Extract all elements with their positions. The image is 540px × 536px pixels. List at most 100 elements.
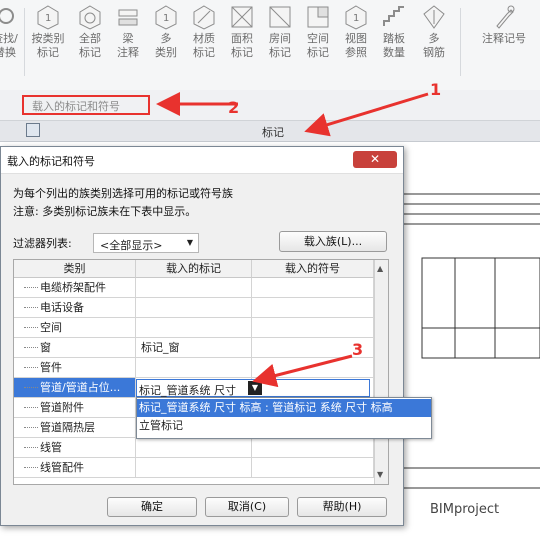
table-row[interactable]: 空间	[14, 318, 374, 338]
category-cell: 管道隔热层	[14, 418, 136, 437]
keynote-icon	[496, 5, 515, 29]
vertical-scrollbar[interactable]: ▲ ▼	[374, 260, 388, 484]
loaded-tags-button[interactable]: 载入的标记和符号	[22, 95, 150, 115]
annotation-number-3: 3	[352, 340, 364, 359]
table-row[interactable]: 线管配件	[14, 458, 374, 478]
chevron-down-icon[interactable]: ▼	[248, 381, 262, 395]
beam-annotation-icon	[118, 9, 138, 26]
category-label: 管道隔热层	[40, 421, 95, 434]
view-reference-button[interactable]: 1 视图 参照	[338, 4, 374, 86]
column-header-loaded-symbol[interactable]: 载入的符号	[252, 260, 374, 278]
symbol-cell[interactable]	[252, 318, 374, 337]
tag-all-button[interactable]: 全部 标记	[72, 4, 108, 86]
tree-line	[24, 367, 38, 368]
category-label: 管件	[40, 361, 62, 374]
chevron-down-icon: ▼	[186, 238, 193, 247]
multi-rebar-button[interactable]: 多 钢筋	[416, 4, 452, 86]
multi-category-button[interactable]: 1 多 类别	[148, 4, 184, 86]
keynote-button[interactable]: 注释记号	[476, 4, 532, 86]
column-header-category[interactable]: 类别	[14, 260, 136, 278]
symbol-cell[interactable]	[252, 438, 374, 457]
column-header-loaded-tag[interactable]: 载入的标记	[136, 260, 252, 278]
filter-value: <全部显示>	[100, 239, 163, 252]
cancel-label: 取消(C)	[227, 500, 267, 513]
tree-line	[24, 407, 38, 408]
tree-line	[24, 467, 38, 468]
close-button[interactable]: ✕	[353, 151, 397, 168]
filter-label: 过滤器列表:	[13, 237, 72, 250]
tag-by-category-label-2: 标记	[37, 46, 59, 59]
tag-cell[interactable]: 标记_窗	[136, 338, 252, 357]
dropdown-option-selected[interactable]: 标记_管道系统 尺寸 标高 : 管道标记 系统 尺寸 标高	[137, 399, 431, 417]
tag-cell[interactable]	[136, 298, 252, 317]
annotation-number-2: 2	[228, 98, 240, 117]
multi-rebar-label-1: 多	[428, 32, 440, 45]
scroll-down-icon[interactable]: ▼	[377, 470, 383, 479]
tag-by-category-icon: 1	[37, 5, 59, 30]
symbol-cell[interactable]	[252, 298, 374, 317]
table-row[interactable]: 管件	[14, 358, 374, 378]
help-button[interactable]: 帮助(H)	[297, 497, 387, 517]
symbol-cell[interactable]	[252, 458, 374, 477]
tag-all-icon	[79, 5, 101, 30]
tag-combo-value: 标记_管道系统 尺寸	[139, 384, 236, 397]
filter-select[interactable]: <全部显示> ▼	[93, 233, 199, 253]
material-tag-button[interactable]: 材质 标记	[186, 4, 222, 86]
area-tag-label-2: 标记	[231, 46, 253, 59]
close-icon: ✕	[369, 152, 381, 166]
tread-number-icon	[383, 6, 404, 26]
area-tag-button[interactable]: 面积 标记	[224, 4, 260, 86]
symbol-cell[interactable]	[252, 358, 374, 377]
load-family-button[interactable]: 载入族(L)...	[279, 231, 387, 252]
category-cell: 管道附件	[14, 398, 136, 417]
view-reference-icon: 1	[345, 5, 367, 30]
table-row[interactable]: 电缆桥架配件	[14, 278, 374, 298]
category-label: 管道/管道占位...	[40, 381, 121, 394]
tag-cell[interactable]	[136, 438, 252, 457]
ok-button[interactable]: 确定	[107, 497, 197, 517]
scroll-up-icon[interactable]: ▲	[377, 264, 383, 273]
space-tag-button[interactable]: 空间 标记	[300, 4, 336, 86]
tree-line	[24, 307, 38, 308]
keynote-label: 注释记号	[482, 32, 526, 45]
cancel-button[interactable]: 取消(C)	[205, 497, 289, 517]
find-replace-button[interactable]: 查找/ 替换	[0, 4, 20, 86]
beam-annotation-button[interactable]: 梁 注释	[110, 4, 146, 86]
ok-label: 确定	[141, 500, 163, 513]
table-row[interactable]: 电话设备	[14, 298, 374, 318]
tag-by-category-button[interactable]: 1 按类别 标记	[30, 4, 66, 86]
drawing-area	[400, 193, 540, 489]
multi-rebar-icon	[423, 5, 445, 29]
view-reference-label-1: 视图	[345, 32, 367, 45]
room-tag-label-2: 标记	[269, 46, 291, 59]
multi-category-icon: 1	[155, 5, 177, 30]
dropdown-option[interactable]: 立管标记	[137, 417, 431, 435]
symbol-cell[interactable]	[252, 278, 374, 297]
category-cell: 窗	[14, 338, 136, 357]
table-row[interactable]: 窗 标记_窗	[14, 338, 374, 358]
beam-annotation-label-2: 注释	[117, 46, 139, 59]
multi-category-label-2: 类别	[155, 46, 177, 59]
annotation-number-1: 1	[430, 80, 442, 99]
table-row[interactable]: 线管	[14, 438, 374, 458]
tread-number-button[interactable]: 踏板 数量	[376, 4, 412, 86]
category-label: 管道附件	[40, 401, 84, 414]
tag-cell[interactable]	[136, 358, 252, 377]
space-tag-icon	[307, 6, 329, 28]
loaded-tags-dialog: 载入的标记和符号 ✕ 为每个列出的族类别选择可用的标记或符号族 注意: 多类别标…	[0, 146, 404, 526]
tag-all-label-2: 标记	[79, 46, 101, 59]
tag-combo[interactable]: 标记_管道系统 尺寸 ▼	[136, 379, 370, 397]
tag-cell[interactable]	[136, 318, 252, 337]
tree-line	[24, 327, 38, 328]
tree-line	[24, 447, 38, 448]
category-cell: 空间	[14, 318, 136, 337]
room-tag-button[interactable]: 房间 标记	[262, 4, 298, 86]
tag-cell[interactable]	[136, 278, 252, 297]
tag-toggle-icon[interactable]	[26, 123, 40, 137]
ribbon-separator-2	[460, 8, 461, 76]
category-label: 空间	[40, 321, 62, 334]
tread-number-label-2: 数量	[383, 46, 405, 59]
tag-cell[interactable]	[136, 458, 252, 477]
tree-line	[24, 287, 38, 288]
category-cell: 电话设备	[14, 298, 136, 317]
